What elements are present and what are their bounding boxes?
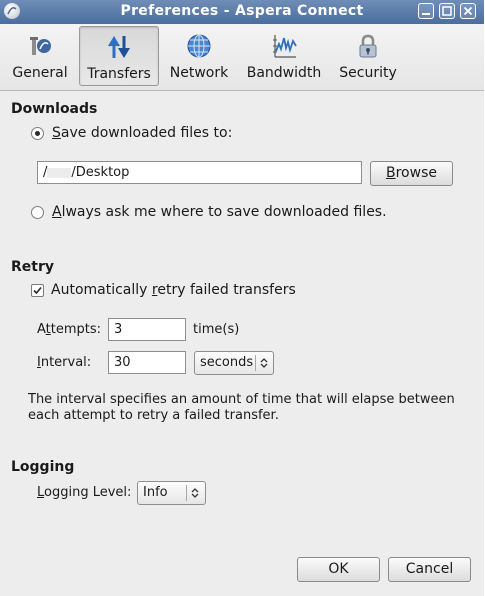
auto-retry-checkbox[interactable] xyxy=(31,284,44,297)
updown-arrows-icon xyxy=(260,358,268,368)
redacted-username xyxy=(47,167,72,178)
auto-retry-label[interactable]: Automatically retry failed transfers xyxy=(51,282,296,298)
close-icon xyxy=(463,6,473,16)
tab-label: General xyxy=(12,65,68,81)
save-to-radio[interactable] xyxy=(31,127,44,140)
preferences-toolbar: General Transfers Network Bandwidth Secu… xyxy=(0,24,484,91)
transfers-panel: Downloads Save downloaded files to: //De… xyxy=(0,91,484,596)
security-lock-icon xyxy=(359,34,377,58)
tab-transfers[interactable]: Transfers xyxy=(79,26,159,86)
logging-level-label: Logging Level: xyxy=(37,485,132,500)
preferences-window: Preferences - Aspera Connect General Tra… xyxy=(0,0,484,596)
always-ask-radio[interactable] xyxy=(31,206,44,219)
tab-label: Security xyxy=(339,65,397,81)
tab-label: Network xyxy=(169,65,229,81)
general-icon xyxy=(30,37,51,55)
attempts-field[interactable]: 3 xyxy=(108,318,186,341)
download-path-field[interactable]: //Desktop xyxy=(37,161,362,184)
title-bar[interactable]: Preferences - Aspera Connect xyxy=(0,0,484,25)
attempts-unit-label: time(s) xyxy=(193,322,240,337)
bandwidth-icon xyxy=(273,35,297,58)
save-to-label[interactable]: Save downloaded files to: xyxy=(52,125,232,141)
retry-heading: Retry xyxy=(11,259,54,275)
interval-description: The interval specifies an amount of time… xyxy=(28,392,455,423)
cancel-button[interactable]: Cancel xyxy=(388,557,471,582)
ok-button[interactable]: OK xyxy=(297,557,380,582)
downloads-heading: Downloads xyxy=(11,101,98,117)
tab-security[interactable]: Security xyxy=(334,26,402,86)
tab-label: Bandwidth xyxy=(246,65,322,81)
always-ask-label[interactable]: Always ask me where to save downloaded f… xyxy=(52,204,387,220)
minimize-button[interactable] xyxy=(418,3,434,19)
close-button[interactable] xyxy=(460,3,476,19)
checkmark-icon xyxy=(33,286,42,295)
transfers-icon xyxy=(108,36,130,58)
browse-button[interactable]: Browse xyxy=(370,161,453,186)
tab-network[interactable]: Network xyxy=(164,26,234,86)
tab-label: Transfers xyxy=(87,66,151,82)
interval-unit-select[interactable]: seconds xyxy=(194,351,274,375)
minimize-icon xyxy=(422,13,430,15)
maximize-icon xyxy=(442,6,452,16)
logging-heading: Logging xyxy=(11,459,75,475)
window-title: Preferences - Aspera Connect xyxy=(120,3,364,19)
attempts-label: Attempts: xyxy=(37,322,102,337)
tab-general[interactable]: General xyxy=(6,26,74,86)
network-globe-icon xyxy=(187,34,211,58)
interval-label: Interval: xyxy=(37,355,92,370)
tab-bandwidth[interactable]: Bandwidth xyxy=(242,26,326,86)
updown-arrows-icon xyxy=(191,488,199,498)
maximize-button[interactable] xyxy=(439,3,455,19)
interval-field[interactable]: 30 xyxy=(108,351,186,374)
logging-level-select[interactable]: Info xyxy=(137,481,206,505)
